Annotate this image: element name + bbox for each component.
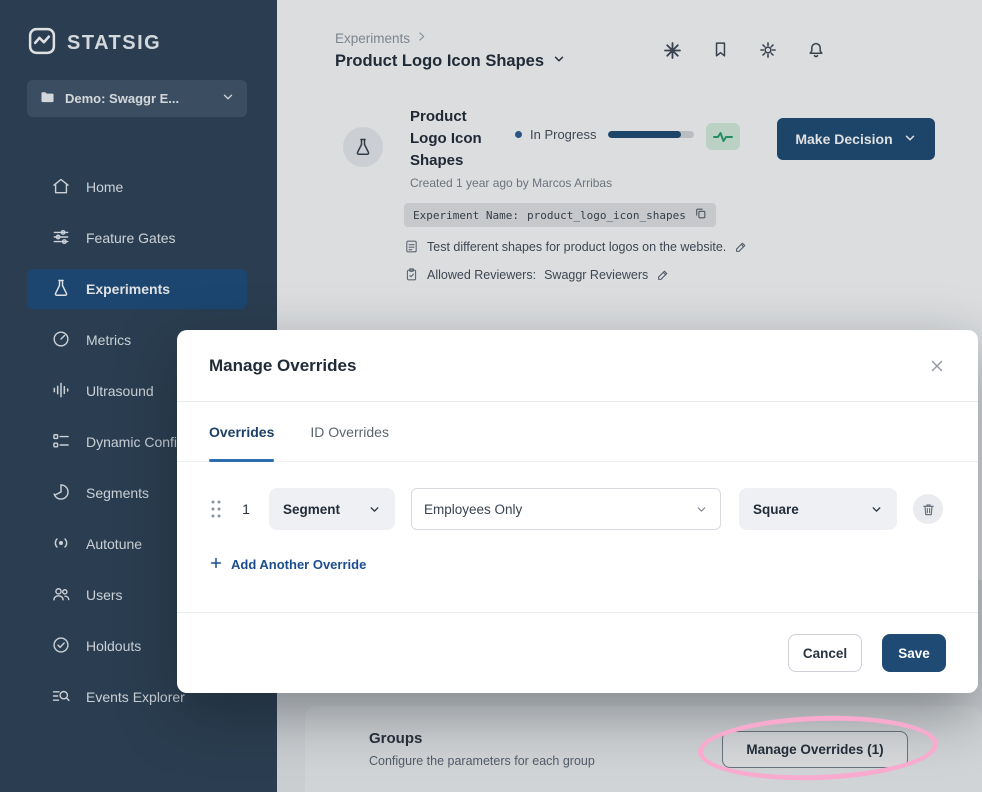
tab-overrides[interactable]: Overrides [209, 402, 275, 462]
chevron-down-icon [368, 503, 381, 516]
tab-id-overrides[interactable]: ID Overrides [310, 402, 389, 461]
cancel-button[interactable]: Cancel [788, 634, 862, 672]
chevron-down-icon [695, 503, 708, 516]
override-type-label: Segment [283, 501, 341, 517]
modal-tabs: Overrides ID Overrides [177, 402, 978, 462]
statsig-console: STATSIG Demo: Swaggr E... Home Feature G… [0, 0, 982, 792]
drag-handle-icon[interactable] [209, 498, 223, 520]
plus-icon [209, 556, 223, 573]
modal-body: 1 Segment Employees Only Square Add Anot… [177, 462, 978, 573]
chevron-down-icon [870, 503, 883, 516]
close-icon[interactable] [928, 357, 946, 375]
trash-icon [922, 503, 934, 515]
override-type-dropdown[interactable]: Segment [269, 488, 395, 530]
override-index: 1 [242, 501, 250, 517]
override-target-select[interactable]: Employees Only [411, 488, 721, 530]
manage-overrides-modal: Manage Overrides Overrides ID Overrides … [177, 330, 978, 693]
override-group-dropdown[interactable]: Square [739, 488, 897, 530]
override-row: 1 Segment Employees Only Square [209, 488, 946, 530]
override-group-label: Square [753, 501, 799, 517]
override-target-value: Employees Only [424, 501, 523, 517]
modal-title: Manage Overrides [209, 355, 357, 375]
add-another-override-button[interactable]: Add Another Override [209, 556, 946, 573]
add-another-override-label: Add Another Override [231, 557, 367, 572]
modal-footer: Cancel Save [177, 612, 978, 693]
delete-override-button[interactable] [913, 494, 943, 524]
save-button[interactable]: Save [882, 634, 946, 672]
modal-header: Manage Overrides [177, 330, 978, 402]
